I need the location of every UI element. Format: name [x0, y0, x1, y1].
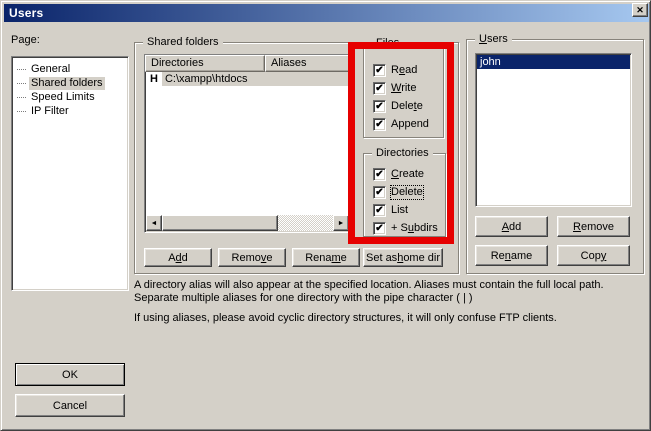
page-list: General Shared folders Speed Limits IP F… [11, 56, 129, 291]
checkbox-row-append: ✔ Append [373, 118, 429, 131]
check-icon: ✔ [375, 83, 383, 94]
check-icon: ✔ [375, 223, 383, 234]
tree-branch-icon [17, 111, 26, 112]
user-list-item[interactable]: john [477, 55, 630, 69]
list-checkbox[interactable]: ✔ [373, 204, 386, 217]
shared-folders-group-label: Shared folders [143, 36, 223, 48]
sidebar-item-ip-filter[interactable]: IP Filter [12, 104, 128, 118]
check-icon: ✔ [375, 205, 383, 216]
add-folder-button[interactable]: Add [144, 248, 212, 267]
subdirs-label: + Subdirs [391, 222, 438, 235]
page-label: Page: [11, 34, 40, 46]
check-icon: ✔ [375, 119, 383, 130]
directories-permissions-group: Directories ✔ Create ✔ Delete ✔ List ✔ +… [363, 153, 446, 237]
window-title: Users [4, 6, 43, 20]
directories-listview: Directories Aliases H C:\xampp\htdocs ◄ … [144, 54, 351, 233]
checkbox-row-delete-file: ✔ Delete [373, 100, 423, 113]
scroll-left-icon: ◄ [151, 220, 158, 227]
scroll-left-button[interactable]: ◄ [146, 215, 162, 231]
checkbox-row-read: ✔ Read [373, 64, 417, 77]
rename-user-button[interactable]: Rename [475, 245, 548, 266]
set-as-home-dir-button[interactable]: Set as home dir [363, 248, 443, 267]
files-group-label: Files [372, 37, 403, 49]
checkbox-row-write: ✔ Write [373, 82, 416, 95]
close-icon: ✕ [636, 5, 644, 15]
create-checkbox[interactable]: ✔ [373, 168, 386, 181]
tree-branch-icon [17, 83, 26, 84]
column-header-directories[interactable]: Directories [145, 55, 265, 72]
scroll-right-icon: ► [338, 220, 345, 227]
scrollbar-thumb[interactable] [162, 215, 278, 231]
directories-group-label: Directories [372, 147, 433, 159]
write-checkbox[interactable]: ✔ [373, 82, 386, 95]
directory-row[interactable]: H C:\xampp\htdocs [145, 72, 350, 86]
check-icon: ✔ [375, 169, 383, 180]
files-permissions-group: Files ✔ Read ✔ Write ✔ Delete ✔ Append [363, 43, 444, 138]
close-button[interactable]: ✕ [632, 3, 648, 17]
append-label: Append [391, 118, 429, 131]
alias-note-1: A directory alias will also appear at th… [134, 279, 644, 305]
column-header-aliases[interactable]: Aliases [265, 55, 350, 72]
read-label: Read [391, 64, 417, 77]
sidebar-item-speed-limits[interactable]: Speed Limits [12, 90, 128, 104]
remove-folder-button[interactable]: Remove [218, 248, 286, 267]
users-list: john [475, 53, 632, 207]
delete-file-label: Delete [391, 100, 423, 113]
checkbox-row-subdirs: ✔ + Subdirs [373, 222, 438, 235]
home-directory-flag: H [145, 72, 162, 86]
add-user-button[interactable]: Add [475, 216, 548, 237]
alias-note-2: If using aliases, please avoid cyclic di… [134, 312, 644, 325]
copy-user-button[interactable]: Copy [557, 245, 630, 266]
scrollbar-track[interactable] [278, 215, 333, 231]
checkbox-row-list: ✔ List [373, 204, 408, 217]
delete-file-checkbox[interactable]: ✔ [373, 100, 386, 113]
check-icon: ✔ [375, 187, 383, 198]
directory-path: C:\xampp\htdocs [162, 72, 350, 86]
alias-help-text: A directory alias will also appear at th… [134, 279, 644, 325]
check-icon: ✔ [375, 65, 383, 76]
scroll-right-button[interactable]: ► [333, 215, 349, 231]
checkbox-row-create: ✔ Create [373, 168, 424, 181]
horizontal-scrollbar[interactable]: ◄ ► [146, 215, 349, 231]
sidebar-item-general[interactable]: General [12, 62, 128, 76]
delete-dir-label: Delete [391, 186, 423, 199]
write-label: Write [391, 82, 416, 95]
check-icon: ✔ [375, 101, 383, 112]
title-bar[interactable]: Users [4, 4, 649, 22]
users-group-label: Users [475, 33, 512, 45]
delete-dir-checkbox[interactable]: ✔ [373, 186, 386, 199]
listview-header: Directories Aliases [145, 55, 350, 72]
cancel-button[interactable]: Cancel [15, 394, 125, 417]
tree-branch-icon [17, 69, 26, 70]
users-dialog: Users ✕ Page: General Shared folders Spe… [0, 0, 651, 431]
list-label: List [391, 204, 408, 217]
tree-branch-icon [17, 97, 26, 98]
sidebar-item-shared-folders[interactable]: Shared folders [12, 76, 128, 90]
remove-user-button[interactable]: Remove [557, 216, 630, 237]
ok-button[interactable]: OK [15, 363, 125, 386]
checkbox-row-delete-dir: ✔ Delete [373, 186, 423, 199]
create-label: Create [391, 168, 424, 181]
rename-folder-button[interactable]: Rename [292, 248, 360, 267]
read-checkbox[interactable]: ✔ [373, 64, 386, 77]
subdirs-checkbox[interactable]: ✔ [373, 222, 386, 235]
append-checkbox[interactable]: ✔ [373, 118, 386, 131]
